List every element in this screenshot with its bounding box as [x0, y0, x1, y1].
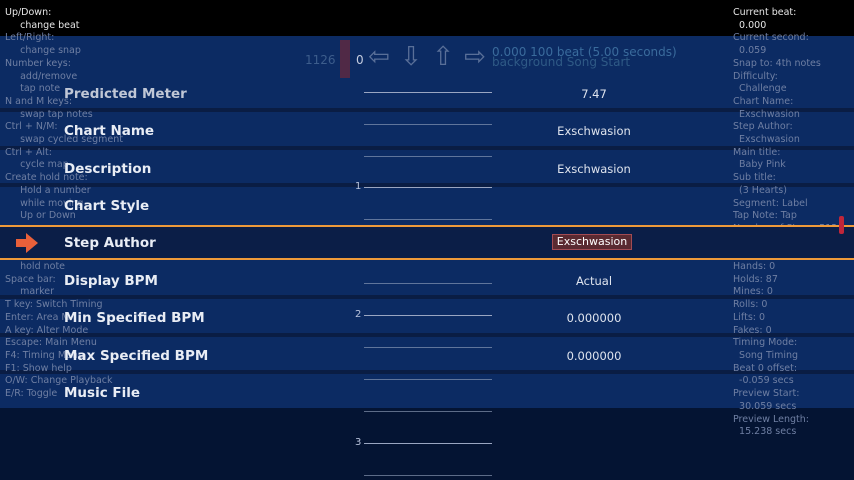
beat-zero-label: 0 [356, 53, 364, 67]
help-line: Main title: [733, 146, 781, 158]
notefield-overlay-text: background Song Start [492, 55, 631, 69]
help-line: -0.059 secs [733, 375, 794, 387]
selection-top-line [0, 225, 854, 227]
help-line: Hold a number [5, 184, 91, 196]
menu-row-music-file[interactable]: Music File [64, 385, 140, 401]
help-line: hold note [5, 261, 66, 273]
menu-row-predicted-meter[interactable]: Predicted Meter [64, 86, 187, 102]
right-arrow-receptor-icon: ⇨ [464, 42, 486, 72]
value-min-specified-bpm: 0.000000 [566, 311, 622, 325]
beat-line [364, 156, 492, 157]
up-arrow-receptor-icon: ⇧ [432, 42, 454, 72]
beat-number: 1 [355, 181, 362, 192]
stripe [0, 333, 854, 337]
help-line: Beat 0 offset: [733, 362, 798, 374]
help-line: Chart Name: [733, 95, 794, 107]
menu-row-step-author[interactable]: Step Author [64, 235, 156, 251]
help-line: 0.059 [733, 45, 767, 57]
help-line: Exschwasion [733, 108, 800, 120]
help-line: Hands: 0 [733, 261, 776, 273]
help-line: Current second: [733, 32, 809, 44]
help-line: swap tap notes [5, 108, 93, 120]
beat-line [364, 347, 492, 348]
help-line: change snap [5, 45, 81, 57]
help-line: change beat [5, 19, 80, 31]
stripe [0, 370, 854, 374]
help-line: Timing Mode: [733, 337, 798, 349]
beat-line [364, 411, 492, 412]
scroll-position-marker [839, 216, 844, 234]
help-line: Segment: Label [733, 197, 808, 209]
value-predicted-meter: 7.47 [581, 87, 607, 101]
menu-row-min-specified-bpm[interactable]: Min Specified BPM [64, 310, 205, 326]
help-line: Challenge [733, 83, 787, 95]
value-max-specified-bpm: 0.000000 [566, 349, 622, 363]
menu-row-chart-name[interactable]: Chart Name [64, 123, 154, 139]
menu-row-description[interactable]: Description [64, 161, 151, 177]
beat-number: 3 [355, 437, 362, 448]
editor-footer-area [0, 408, 854, 480]
help-line: Sub title: [733, 172, 776, 184]
menu-row-max-specified-bpm[interactable]: Max Specified BPM [64, 348, 208, 364]
help-line: Ctrl + Alt: [5, 146, 52, 158]
stripe [0, 146, 854, 150]
beat-line [364, 475, 492, 476]
help-line: Left/Right: [5, 32, 55, 44]
down-arrow-receptor-icon: ⇩ [400, 42, 422, 72]
help-line: Lifts: 0 [733, 311, 766, 323]
help-line: 30.059 secs [733, 400, 797, 412]
beat-line [364, 124, 492, 125]
beat-number: 2 [355, 309, 362, 320]
help-line: Rolls: 0 [733, 299, 768, 311]
top-bar [0, 0, 854, 36]
help-line: Current beat: [733, 7, 797, 18]
beat-line [364, 443, 492, 444]
left-arrow-receptor-icon: ⇦ [368, 42, 390, 72]
help-line: Difficulty: [733, 70, 778, 82]
help-line: Tap Note: Tap [733, 210, 797, 222]
help-line: (3 Hearts) [733, 184, 787, 196]
help-line: 15.238 secs [733, 426, 797, 438]
stripe [0, 108, 854, 112]
notefield-counter: 1126 [305, 53, 336, 67]
value-step-author[interactable]: Exschwasion [552, 234, 632, 250]
help-line: F1: Show help [5, 362, 72, 374]
song-position-marker [340, 40, 350, 78]
help-line: Exschwasion [733, 134, 800, 146]
help-line: Number keys: [5, 57, 71, 69]
menu-row-display-bpm[interactable]: Display BPM [64, 273, 158, 289]
menu-row-chart-style[interactable]: Chart Style [64, 198, 149, 214]
help-line: Step Author: [733, 121, 793, 133]
help-line: 0.000 [733, 19, 767, 31]
help-line: Preview Start: [733, 388, 800, 400]
help-line: Holds: 87 [733, 273, 778, 285]
help-line: A key: Alter Mode [5, 324, 89, 336]
help-text-right: Current beat: 0.000 Current second: 0.059… [733, 7, 837, 439]
help-line: Snap to: 4th notes [733, 57, 821, 69]
menu-cursor-arrow-icon [16, 233, 38, 253]
help-line: Up/Down: [5, 7, 52, 18]
beat-line [364, 187, 492, 188]
help-line: Baby Pink [733, 159, 786, 171]
beat-line [364, 92, 492, 93]
beat-line [364, 283, 492, 284]
help-line: Song Timing [733, 349, 799, 361]
beat-line [364, 315, 492, 316]
help-line: Fakes: 0 [733, 324, 772, 336]
selection-bottom-line [0, 258, 854, 260]
value-description: Exschwasion [557, 162, 631, 176]
beat-line [364, 219, 492, 220]
help-line: Preview Length: [733, 413, 809, 425]
value-chart-name: Exschwasion [557, 124, 631, 138]
help-line: Mines: 0 [733, 286, 773, 298]
stripe [0, 295, 854, 299]
help-line: add/remove [5, 70, 78, 82]
beat-line [364, 379, 492, 380]
value-display-bpm: Actual [575, 274, 613, 288]
